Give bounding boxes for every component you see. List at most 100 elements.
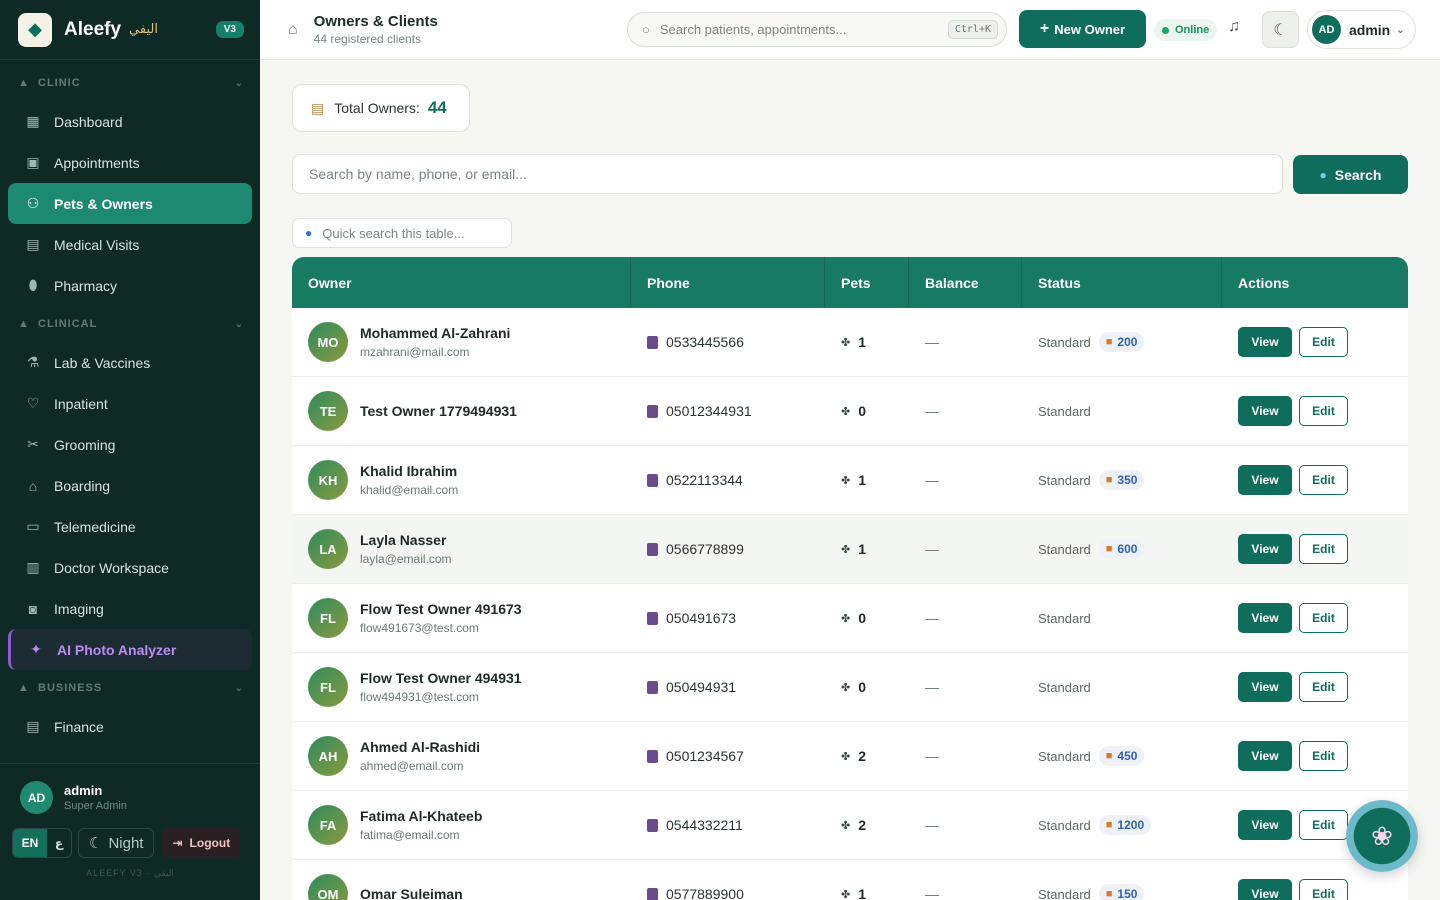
table-row[interactable]: AH Ahmed Al-Rashidi ahmed@email.com 0501234… — [292, 722, 1408, 791]
sidebar-nav: ▲ CLINIC ⌄ ▦ Dashboard ▣ Appointments ⚇ Pets & O… — [0, 65, 260, 788]
table-row[interactable]: FA Fatima Al-Khateeb fatima@email.com 05443… — [292, 791, 1408, 860]
search-button[interactable]: ● Search — [1293, 155, 1408, 194]
total-owners-value: 44 — [427, 98, 447, 117]
logout-button[interactable]: ⇥ Logout — [162, 828, 241, 858]
sidebar-section-clinic[interactable]: ▲ CLINIC ⌄ — [0, 65, 260, 101]
phone-cell: 050491673 — [631, 584, 825, 652]
sidebar-item-pharmacy[interactable]: ⬮ Pharmacy — [8, 265, 252, 306]
phone-cell: 0522113344 — [631, 446, 825, 514]
sidebar-section-business[interactable]: ▲ BUSINESS ⌄ — [0, 670, 260, 706]
status-dot-icon — [1162, 26, 1169, 34]
moon-icon: ☾ — [1273, 21, 1288, 39]
edit-button[interactable]: Edit — [1299, 327, 1348, 357]
view-button[interactable]: View — [1238, 672, 1292, 702]
owner-name[interactable]: Omar Suleiman — [360, 886, 463, 900]
section-icon: ▲ — [18, 682, 30, 694]
night-mode-button[interactable]: ☾ Night — [78, 828, 155, 858]
sidebar-item-medical-visits[interactable]: ▤ Medical Visits — [8, 224, 252, 265]
plus-icon: + — [1039, 20, 1050, 37]
edit-button[interactable]: Edit — [1299, 465, 1348, 495]
table-row[interactable]: LA Layla Nasser layla@email.com 0566778899 ✤… — [292, 515, 1408, 584]
loyalty-points-badge: ■ 350 — [1098, 470, 1145, 490]
column-header-owner[interactable]: Owner — [292, 257, 631, 308]
sidebar-item-lab-vaccines[interactable]: ⚗ Lab & Vaccines — [8, 342, 252, 383]
owner-name[interactable]: Khalid Ibrahim — [360, 463, 458, 479]
edit-button[interactable]: Edit — [1299, 810, 1348, 840]
quick-search-input[interactable]: ● Quick search this table... — [292, 218, 512, 248]
home-icon[interactable]: ⌂ — [288, 21, 298, 39]
table-row[interactable]: MO Mohammed Al-Zahrani mzahrani@mail.com 05… — [292, 308, 1408, 377]
edit-button[interactable]: Edit — [1299, 603, 1348, 633]
table-row[interactable]: TE Test Owner 1779494931 05012344931 ✤ 0— Sta… — [292, 377, 1408, 446]
owner-cell: FL Flow Test Owner 494931 flow494931@test.… — [292, 653, 631, 721]
column-header-balance[interactable]: Balance — [909, 257, 1022, 308]
phone-cell: 05012344931 — [631, 377, 825, 445]
view-button[interactable]: View — [1238, 879, 1292, 900]
edit-button[interactable]: Edit — [1299, 534, 1348, 564]
status-text: Standard — [1038, 679, 1091, 695]
user-menu[interactable]: AD admin ⌄ — [1307, 10, 1416, 49]
owner-name[interactable]: Ahmed Al-Rashidi — [360, 739, 480, 755]
sidebar-item-imaging[interactable]: ◙ Imaging — [8, 588, 252, 629]
search-button-label: Search — [1334, 166, 1382, 183]
global-search-input[interactable]: ○ Search patients, appointments... Ctrl+… — [627, 12, 1007, 47]
moon-icon: ☾ — [89, 835, 103, 852]
sidebar-item-inpatient[interactable]: ♡ Inpatient — [8, 383, 252, 424]
gift-icon: ■ — [1105, 474, 1113, 486]
view-button[interactable]: View — [1238, 810, 1292, 840]
column-header-pets[interactable]: Pets — [825, 257, 909, 308]
edit-button[interactable]: Edit — [1299, 396, 1348, 426]
owner-name[interactable]: Mohammed Al-Zahrani — [360, 325, 510, 341]
table-row[interactable]: FL Flow Test Owner 494931 flow494931@test.… — [292, 653, 1408, 722]
owner-name[interactable]: Flow Test Owner 494931 — [360, 670, 522, 686]
avatar: AH — [308, 736, 348, 776]
section-icon: ▲ — [18, 318, 30, 330]
sidebar-item-ai-photo-analyzer[interactable]: ✦ AI Photo Analyzer — [8, 629, 252, 670]
lang-en-button[interactable]: EN — [13, 829, 47, 857]
phone-value: 0544332211 — [666, 817, 743, 833]
view-button[interactable]: View — [1238, 327, 1292, 357]
pets-cell: ✤ 0 — [825, 377, 909, 445]
lang-ar-button[interactable]: ع — [47, 829, 71, 857]
owner-name[interactable]: Test Owner 1779494931 — [360, 403, 517, 419]
badge-icon: ▥ — [26, 559, 40, 575]
table-row[interactable]: OM Omar Suleiman 0577889900 ✤ 1— Standard ■ 150… — [292, 860, 1408, 900]
sidebar-user[interactable]: AD admin Super Admin — [0, 764, 260, 814]
sidebar-item-boarding[interactable]: ⌂ Boarding — [8, 465, 252, 506]
view-button[interactable]: View — [1238, 396, 1292, 426]
edit-button[interactable]: Edit — [1299, 672, 1348, 702]
owner-name[interactable]: Flow Test Owner 491673 — [360, 601, 522, 617]
view-button[interactable]: View — [1238, 534, 1292, 564]
owner-search-input[interactable]: Search by name, phone, or email... — [292, 154, 1283, 194]
sidebar-item-telemedicine[interactable]: ▭ Telemedicine — [8, 506, 252, 547]
view-button[interactable]: View — [1238, 603, 1292, 633]
bell-icon[interactable]: ♫ — [1228, 18, 1240, 36]
edit-button[interactable]: Edit — [1299, 741, 1348, 771]
sidebar-section-clinical[interactable]: ▲ CLINICAL ⌄ — [0, 306, 260, 342]
owner-name[interactable]: Fatima Al-Khateeb — [360, 808, 482, 824]
pets-count: 1 — [858, 541, 867, 557]
table-row[interactable]: KH Khalid Ibrahim khalid@email.com 05221133… — [292, 446, 1408, 515]
column-header-status[interactable]: Status — [1022, 257, 1222, 308]
column-header-phone[interactable]: Phone — [631, 257, 825, 308]
balance-cell: — — [909, 377, 1022, 445]
sidebar-user-role: Super Admin — [64, 800, 127, 812]
edit-button[interactable]: Edit — [1299, 879, 1348, 900]
balance-value: — — [925, 748, 939, 764]
view-button[interactable]: View — [1238, 741, 1292, 771]
sidebar-item-dashboard[interactable]: ▦ Dashboard — [8, 101, 252, 142]
table-row[interactable]: FL Flow Test Owner 491673 flow491673@test.… — [292, 584, 1408, 653]
sidebar-item-doctor-workspace[interactable]: ▥ Doctor Workspace — [8, 547, 252, 588]
assistant-fab-button[interactable]: ❀ — [1346, 800, 1418, 872]
version-badge: V3 — [215, 21, 244, 38]
sidebar-item-appointments[interactable]: ▣ Appointments — [8, 142, 252, 183]
sidebar-item-grooming[interactable]: ✂ Grooming — [8, 424, 252, 465]
sidebar-item-finance[interactable]: ▤ Finance — [8, 706, 252, 747]
view-button[interactable]: View — [1238, 465, 1292, 495]
balance-cell: — — [909, 860, 1022, 900]
sidebar-item-pets-owners[interactable]: ⚇ Pets & Owners — [8, 183, 252, 224]
owner-name[interactable]: Layla Nasser — [360, 532, 452, 548]
new-owner-button[interactable]: + New Owner — [1019, 10, 1146, 48]
theme-toggle-button[interactable]: ☾ — [1262, 11, 1299, 48]
video-icon: ▭ — [26, 518, 40, 534]
